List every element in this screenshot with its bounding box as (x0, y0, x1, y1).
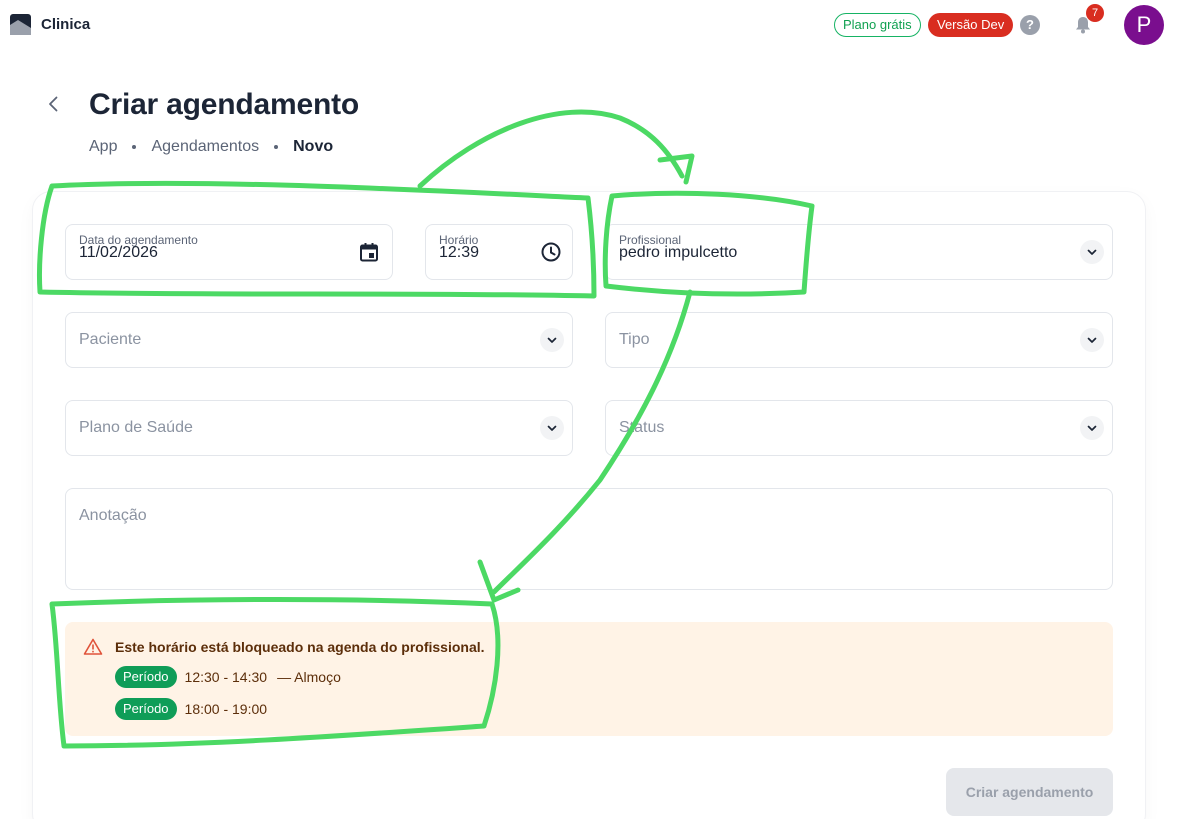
note-textarea-placeholder: Anotação (79, 507, 147, 524)
date-field[interactable]: Data do agendamento 11/02/2026 (65, 224, 393, 280)
help-icon[interactable]: ? (1020, 15, 1040, 35)
status-select-placeholder: Status (619, 419, 665, 436)
back-arrow-icon[interactable] (44, 94, 64, 114)
breadcrumb: App Agendamentos Novo (89, 138, 333, 156)
period-range: 12:30 - 14:30 (184, 669, 268, 685)
page-title: Criar agendamento (89, 88, 359, 121)
chevron-down-icon[interactable] (540, 328, 564, 352)
status-select[interactable]: Status (605, 400, 1113, 456)
type-select[interactable]: Tipo (605, 312, 1113, 368)
logo-icon (10, 14, 31, 35)
period-range: 18:00 - 19:00 (184, 701, 268, 717)
patient-select-placeholder: Paciente (79, 331, 142, 348)
note-textarea[interactable]: Anotação (65, 488, 1113, 590)
chevron-down-icon[interactable] (1080, 416, 1104, 440)
period-row: Período 18:00 - 19:00 (115, 698, 267, 720)
warning-icon (83, 638, 103, 655)
period-note: — Almoço (277, 669, 341, 685)
notifications-button[interactable]: 7 (1066, 4, 1104, 42)
time-field-value: 12:39 (439, 244, 480, 261)
breadcrumb-separator (274, 145, 279, 149)
brand[interactable]: Clinica (10, 14, 90, 35)
health-plan-select-placeholder: Plano de Saúde (79, 419, 193, 436)
clock-icon[interactable] (540, 241, 562, 263)
annotation-arrowhead-top (657, 153, 695, 185)
blocked-schedule-alert: Este horário está bloqueado na agenda do… (65, 622, 1113, 736)
breadcrumb-separator (132, 145, 137, 149)
professional-select[interactable]: Profissional pedro impulcetto (605, 224, 1113, 280)
chevron-down-icon[interactable] (1080, 240, 1104, 264)
breadcrumb-current: Novo (293, 138, 334, 155)
breadcrumb-app[interactable]: App (89, 138, 117, 156)
time-field[interactable]: Horário 12:39 (425, 224, 573, 280)
chevron-down-icon[interactable] (1080, 328, 1104, 352)
type-select-placeholder: Tipo (619, 331, 650, 348)
period-chip: Período (115, 666, 177, 688)
period-row: Período 12:30 - 14:30 — Almoço (115, 666, 341, 688)
plan-badge[interactable]: Plano grátis (834, 13, 921, 37)
period-chip: Período (115, 698, 177, 720)
top-bar: Clinica Plano grátis Versão Dev ? 7 P (0, 0, 1182, 50)
create-appointment-button[interactable]: Criar agendamento (946, 768, 1113, 816)
professional-select-value: pedro impulcetto (619, 244, 738, 261)
health-plan-select[interactable]: Plano de Saúde (65, 400, 573, 456)
patient-select[interactable]: Paciente (65, 312, 573, 368)
breadcrumb-agendamentos[interactable]: Agendamentos (151, 138, 259, 156)
chevron-down-icon[interactable] (540, 416, 564, 440)
annotation-arrow-curve (417, 109, 685, 189)
alert-message: Este horário está bloqueado na agenda do… (115, 639, 485, 655)
dev-version-badge[interactable]: Versão Dev (928, 13, 1014, 37)
calendar-icon[interactable] (358, 241, 380, 263)
app-name: Clinica (41, 16, 91, 33)
date-field-value: 11/02/2026 (79, 244, 158, 261)
notification-count-badge: 7 (1086, 4, 1104, 22)
avatar[interactable]: P (1124, 5, 1164, 45)
